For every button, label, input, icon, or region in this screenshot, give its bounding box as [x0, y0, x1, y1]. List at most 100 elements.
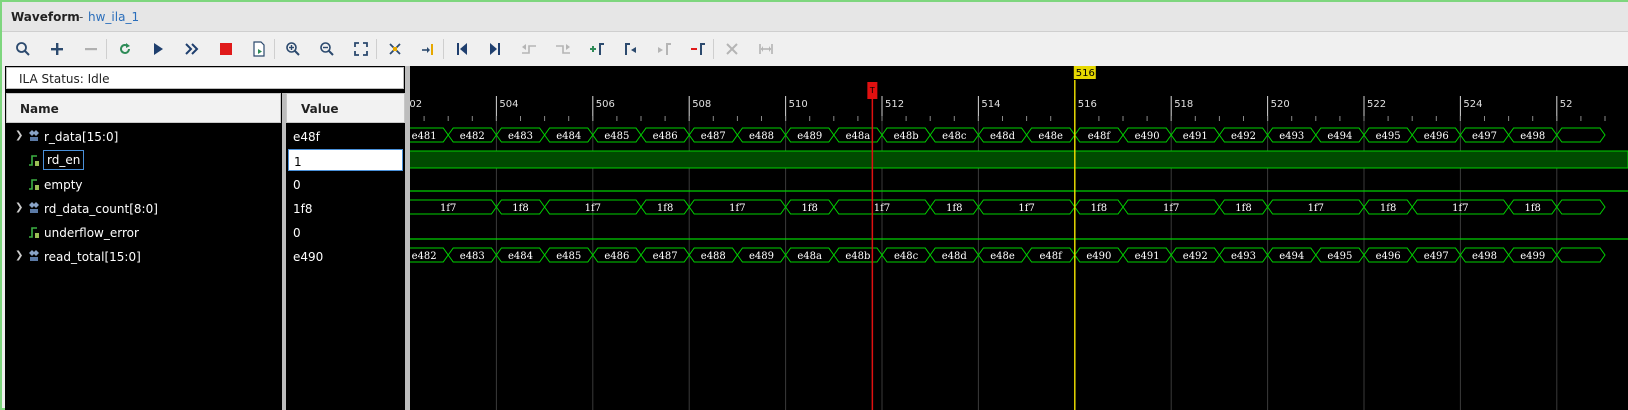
chevron-right-icon[interactable]: ❯ [15, 250, 23, 261]
export-icon[interactable] [246, 37, 272, 61]
next-marker-icon[interactable] [651, 37, 677, 61]
signal-value[interactable]: 1 [288, 149, 403, 171]
r-data-value-label: e48a [846, 131, 871, 142]
window-title: Waveform [11, 10, 80, 24]
window-subtitle: hw_ila_1 [88, 10, 140, 24]
tick-label: 506 [596, 99, 615, 110]
read-total-value-label: e494 [1279, 251, 1304, 262]
signal-value: 0 [293, 178, 301, 192]
bus-icon [29, 202, 39, 213]
signal-row[interactable]: ❯ read_total[15:0] [6, 245, 282, 269]
title-bar: Waveform - hw_ila_1 [2, 2, 1628, 32]
read-total-value-label: e493 [1231, 251, 1256, 262]
r-data-value-label: e487 [701, 131, 726, 142]
r-data-value-label: e489 [797, 131, 822, 142]
zoom-out-icon[interactable] [314, 37, 340, 61]
column-divider[interactable] [282, 93, 286, 410]
rd-en-high-bar [410, 150, 1628, 169]
read-total-value-label: e496 [1376, 251, 1401, 262]
prev-transition-icon[interactable] [516, 37, 542, 61]
cursor-label: 516 [1076, 68, 1095, 79]
signal-name: r_data[15:0] [44, 130, 119, 144]
rd-data-count-value-label: 1f8 [657, 203, 673, 214]
bit-icon [29, 227, 39, 238]
read-total-value-label: e492 [1183, 251, 1208, 262]
read-total-value-label: e489 [749, 251, 774, 262]
chevron-right-icon[interactable]: ❯ [15, 130, 23, 141]
bus-icon [29, 250, 39, 261]
r-data-value-label: e496 [1424, 131, 1449, 142]
zoom-in-icon[interactable] [280, 37, 306, 61]
go-to-marker-icon[interactable] [415, 37, 441, 61]
signal-row[interactable]: underflow_error [6, 221, 282, 245]
signal-name: empty [44, 178, 83, 192]
signal-row[interactable]: rd_en [6, 149, 282, 173]
r-data-value-label: e486 [653, 131, 678, 142]
waveform-svg[interactable]: 502 504 506 508 510 512 514 516 518 520 522 524 52 e4… [410, 66, 1628, 410]
read-total-value-label: e486 [604, 251, 629, 262]
signal-row[interactable]: empty [6, 173, 282, 197]
read-total-value-label: e48f [1040, 251, 1064, 262]
stop-icon[interactable] [213, 37, 239, 61]
tick-label: 524 [1463, 99, 1482, 110]
read-total-value-label: e482 [412, 251, 437, 262]
zoom-fit-icon[interactable] [348, 37, 374, 61]
rd-data-count-value-label: 1f8 [1235, 203, 1251, 214]
r-data-value-label: e493 [1279, 131, 1304, 142]
tick-label: 518 [1174, 99, 1193, 110]
tick-label: 516 [1078, 99, 1097, 110]
read-total-value-label: e490 [1086, 251, 1111, 262]
rd-data-count-value-label: 1f8 [1380, 203, 1396, 214]
swap-icon[interactable] [753, 37, 779, 61]
tick-label: 514 [981, 99, 1000, 110]
read-total-value-label: e48d [942, 251, 968, 262]
last-icon[interactable] [482, 37, 508, 61]
add-marker-icon[interactable] [584, 37, 610, 61]
add-icon[interactable] [44, 37, 70, 61]
chevron-right-icon[interactable]: ❯ [15, 202, 23, 213]
rd-data-count-value-label: 1f8 [946, 203, 962, 214]
read-total-value-label: e495 [1327, 251, 1352, 262]
next-transition-icon[interactable] [550, 37, 576, 61]
column-header-name[interactable]: Name [6, 93, 281, 123]
rd-data-count-value-label: 1f7 [1018, 203, 1034, 214]
rd-data-count-value-label: 1f8 [801, 203, 817, 214]
signal-name: underflow_error [44, 226, 139, 240]
rd-data-count-value-label: 1f7 [585, 203, 601, 214]
run-all-icon[interactable] [179, 37, 205, 61]
r-data-value-label: e483 [508, 131, 533, 142]
tick-label: 504 [499, 99, 518, 110]
rd-data-count-value-label: 1f8 [1091, 203, 1107, 214]
read-total-value-label: e483 [460, 251, 485, 262]
column-header-value[interactable]: Value [286, 93, 405, 123]
bus-icon [29, 130, 39, 141]
rd-data-count-value-label: 1f7 [440, 203, 456, 214]
refresh-icon[interactable] [112, 37, 138, 61]
search-icon[interactable] [10, 37, 36, 61]
tick-label: 52 [1560, 99, 1573, 110]
read-total-value-label: e499 [1520, 251, 1545, 262]
r-data-value-label: e490 [1135, 131, 1160, 142]
read-total-value-label: e484 [508, 251, 533, 262]
tick-label: 512 [885, 99, 904, 110]
tick-label: 522 [1367, 99, 1386, 110]
signal-value: e490 [293, 250, 324, 264]
first-icon[interactable] [449, 37, 475, 61]
read-total-value-label: e48c [894, 251, 919, 262]
waveform-canvas[interactable]: 502 504 506 508 510 512 514 516 518 520 522 524 52 e4… [410, 66, 1628, 410]
r-data-value-label: e484 [556, 131, 581, 142]
prev-marker-icon[interactable] [618, 37, 644, 61]
r-data-value-label: e48b [894, 131, 919, 142]
signal-row[interactable]: ❯ rd_data_count[8:0] [6, 197, 282, 221]
remove-icon[interactable] [78, 37, 104, 61]
toolbar [2, 33, 1628, 65]
title-separator: - [79, 10, 84, 24]
r-data-value-label: e48d [990, 131, 1016, 142]
delete-icon[interactable] [719, 37, 745, 61]
r-data-value-label: e497 [1472, 131, 1497, 142]
delete-marker-icon[interactable] [685, 37, 711, 61]
signal-row[interactable]: ❯ r_data[15:0] [6, 125, 282, 149]
bit-icon [29, 155, 39, 166]
run-icon[interactable] [145, 37, 171, 61]
cursor-snap-icon[interactable] [382, 37, 408, 61]
